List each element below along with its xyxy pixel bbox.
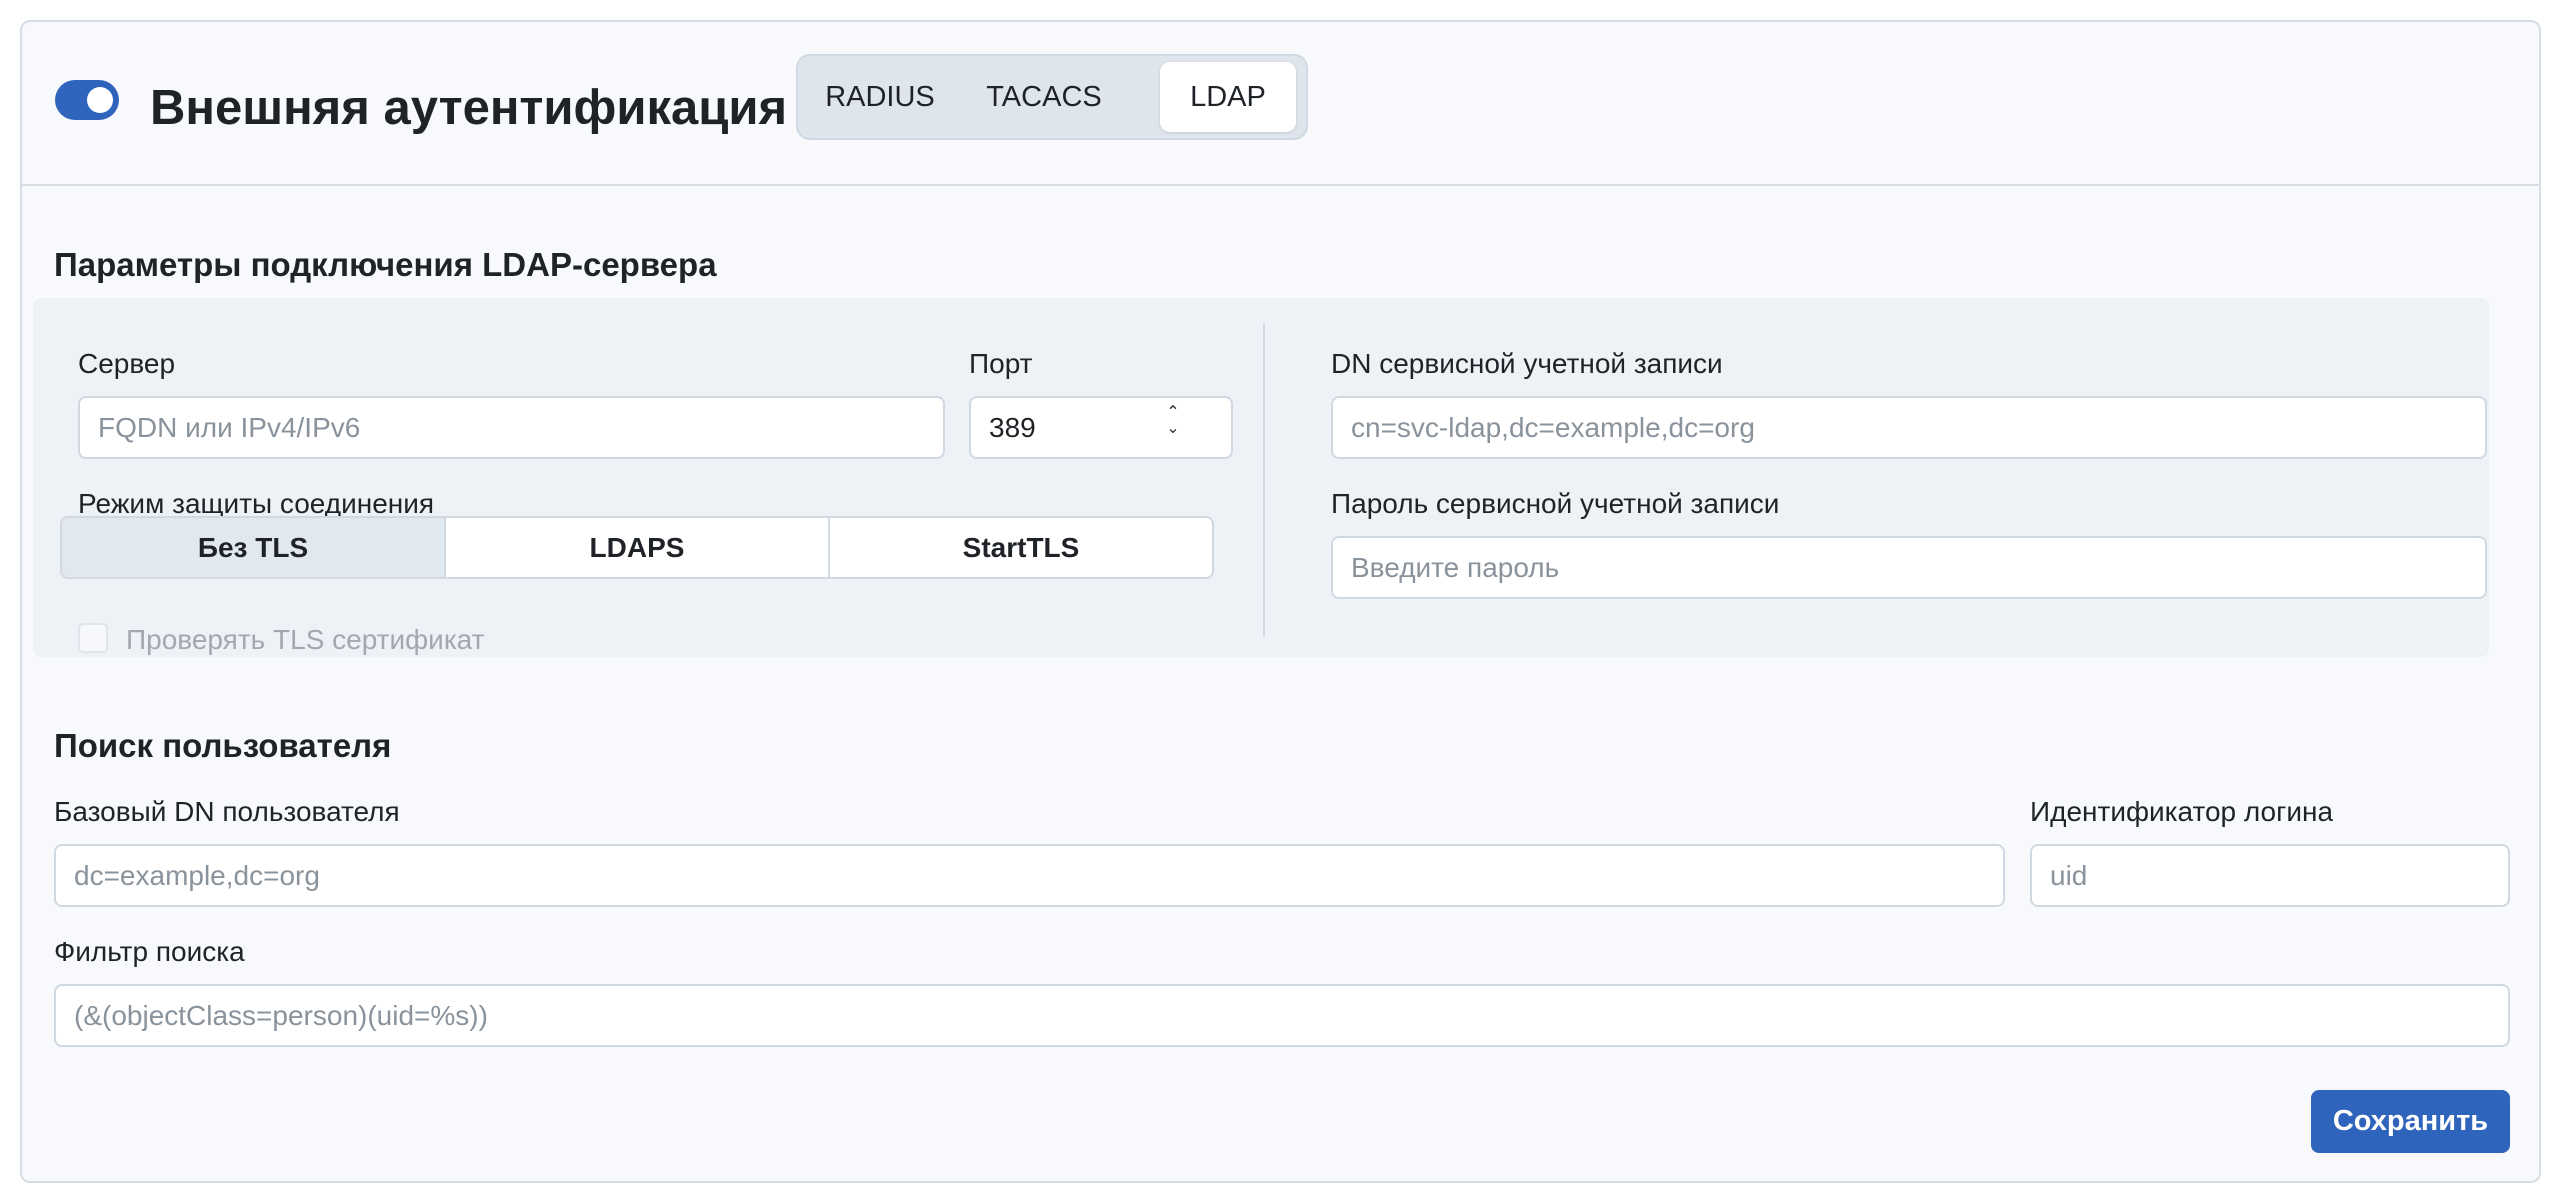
search-filter-label: Фильтр поиска	[54, 936, 245, 967]
chevron-down-icon[interactable]: ⌄	[1166, 421, 1179, 437]
base-dn-input[interactable]	[54, 844, 2005, 907]
connection-section-title: Параметры подключения LDAP-сервера	[54, 246, 717, 283]
tab-radius[interactable]: RADIUS	[804, 62, 956, 132]
port-value: 389	[989, 411, 1036, 443]
login-id-input[interactable]	[2030, 844, 2510, 907]
tab-tacacs[interactable]: TACACS	[968, 62, 1120, 132]
search-filter-input[interactable]	[54, 984, 2510, 1047]
server-label: Сервер	[78, 348, 176, 379]
service-password-input[interactable]	[1331, 536, 2487, 599]
port-label: Порт	[969, 348, 1033, 379]
chevron-up-icon[interactable]: ⌃	[1166, 405, 1179, 421]
protocol-tabs: RADIUS TACACS LDAP	[796, 54, 1308, 140]
mode-ldaps[interactable]: LDAPS	[446, 518, 830, 577]
service-dn-input[interactable]	[1331, 396, 2487, 459]
port-spinner-icon[interactable]: ⌃ ⌄	[1162, 402, 1184, 440]
external-auth-toggle[interactable]	[55, 80, 119, 120]
security-mode-label: Режим защиты соединения	[78, 488, 435, 519]
service-password-label: Пароль сервисной учетной записи	[1331, 488, 1780, 519]
base-dn-label: Базовый DN пользователя	[54, 796, 400, 827]
security-mode-selector: Без TLS LDAPS StartTLS	[60, 516, 1214, 579]
user-search-section-title: Поиск пользователя	[54, 727, 392, 764]
verify-tls-checkbox[interactable]	[78, 623, 108, 653]
tab-ldap[interactable]: LDAP	[1160, 62, 1296, 132]
page-title: Внешняя аутентификация	[150, 81, 788, 135]
panel-divider	[1263, 324, 1265, 636]
server-input[interactable]	[78, 396, 945, 459]
mode-starttls[interactable]: StartTLS	[830, 518, 1212, 577]
header: Внешняя аутентификация RADIUS TACACS LDA…	[22, 22, 2539, 186]
toggle-knob	[87, 87, 113, 113]
port-stepper[interactable]: 389	[969, 396, 1233, 459]
login-id-label: Идентификатор логина	[2030, 796, 2334, 827]
verify-tls-label: Проверять TLS сертификат	[126, 624, 485, 655]
save-button[interactable]: Сохранить	[2311, 1090, 2510, 1153]
mode-no-tls[interactable]: Без TLS	[62, 518, 446, 577]
service-dn-label: DN сервисной учетной записи	[1331, 348, 1723, 379]
connection-panel	[33, 298, 2489, 657]
